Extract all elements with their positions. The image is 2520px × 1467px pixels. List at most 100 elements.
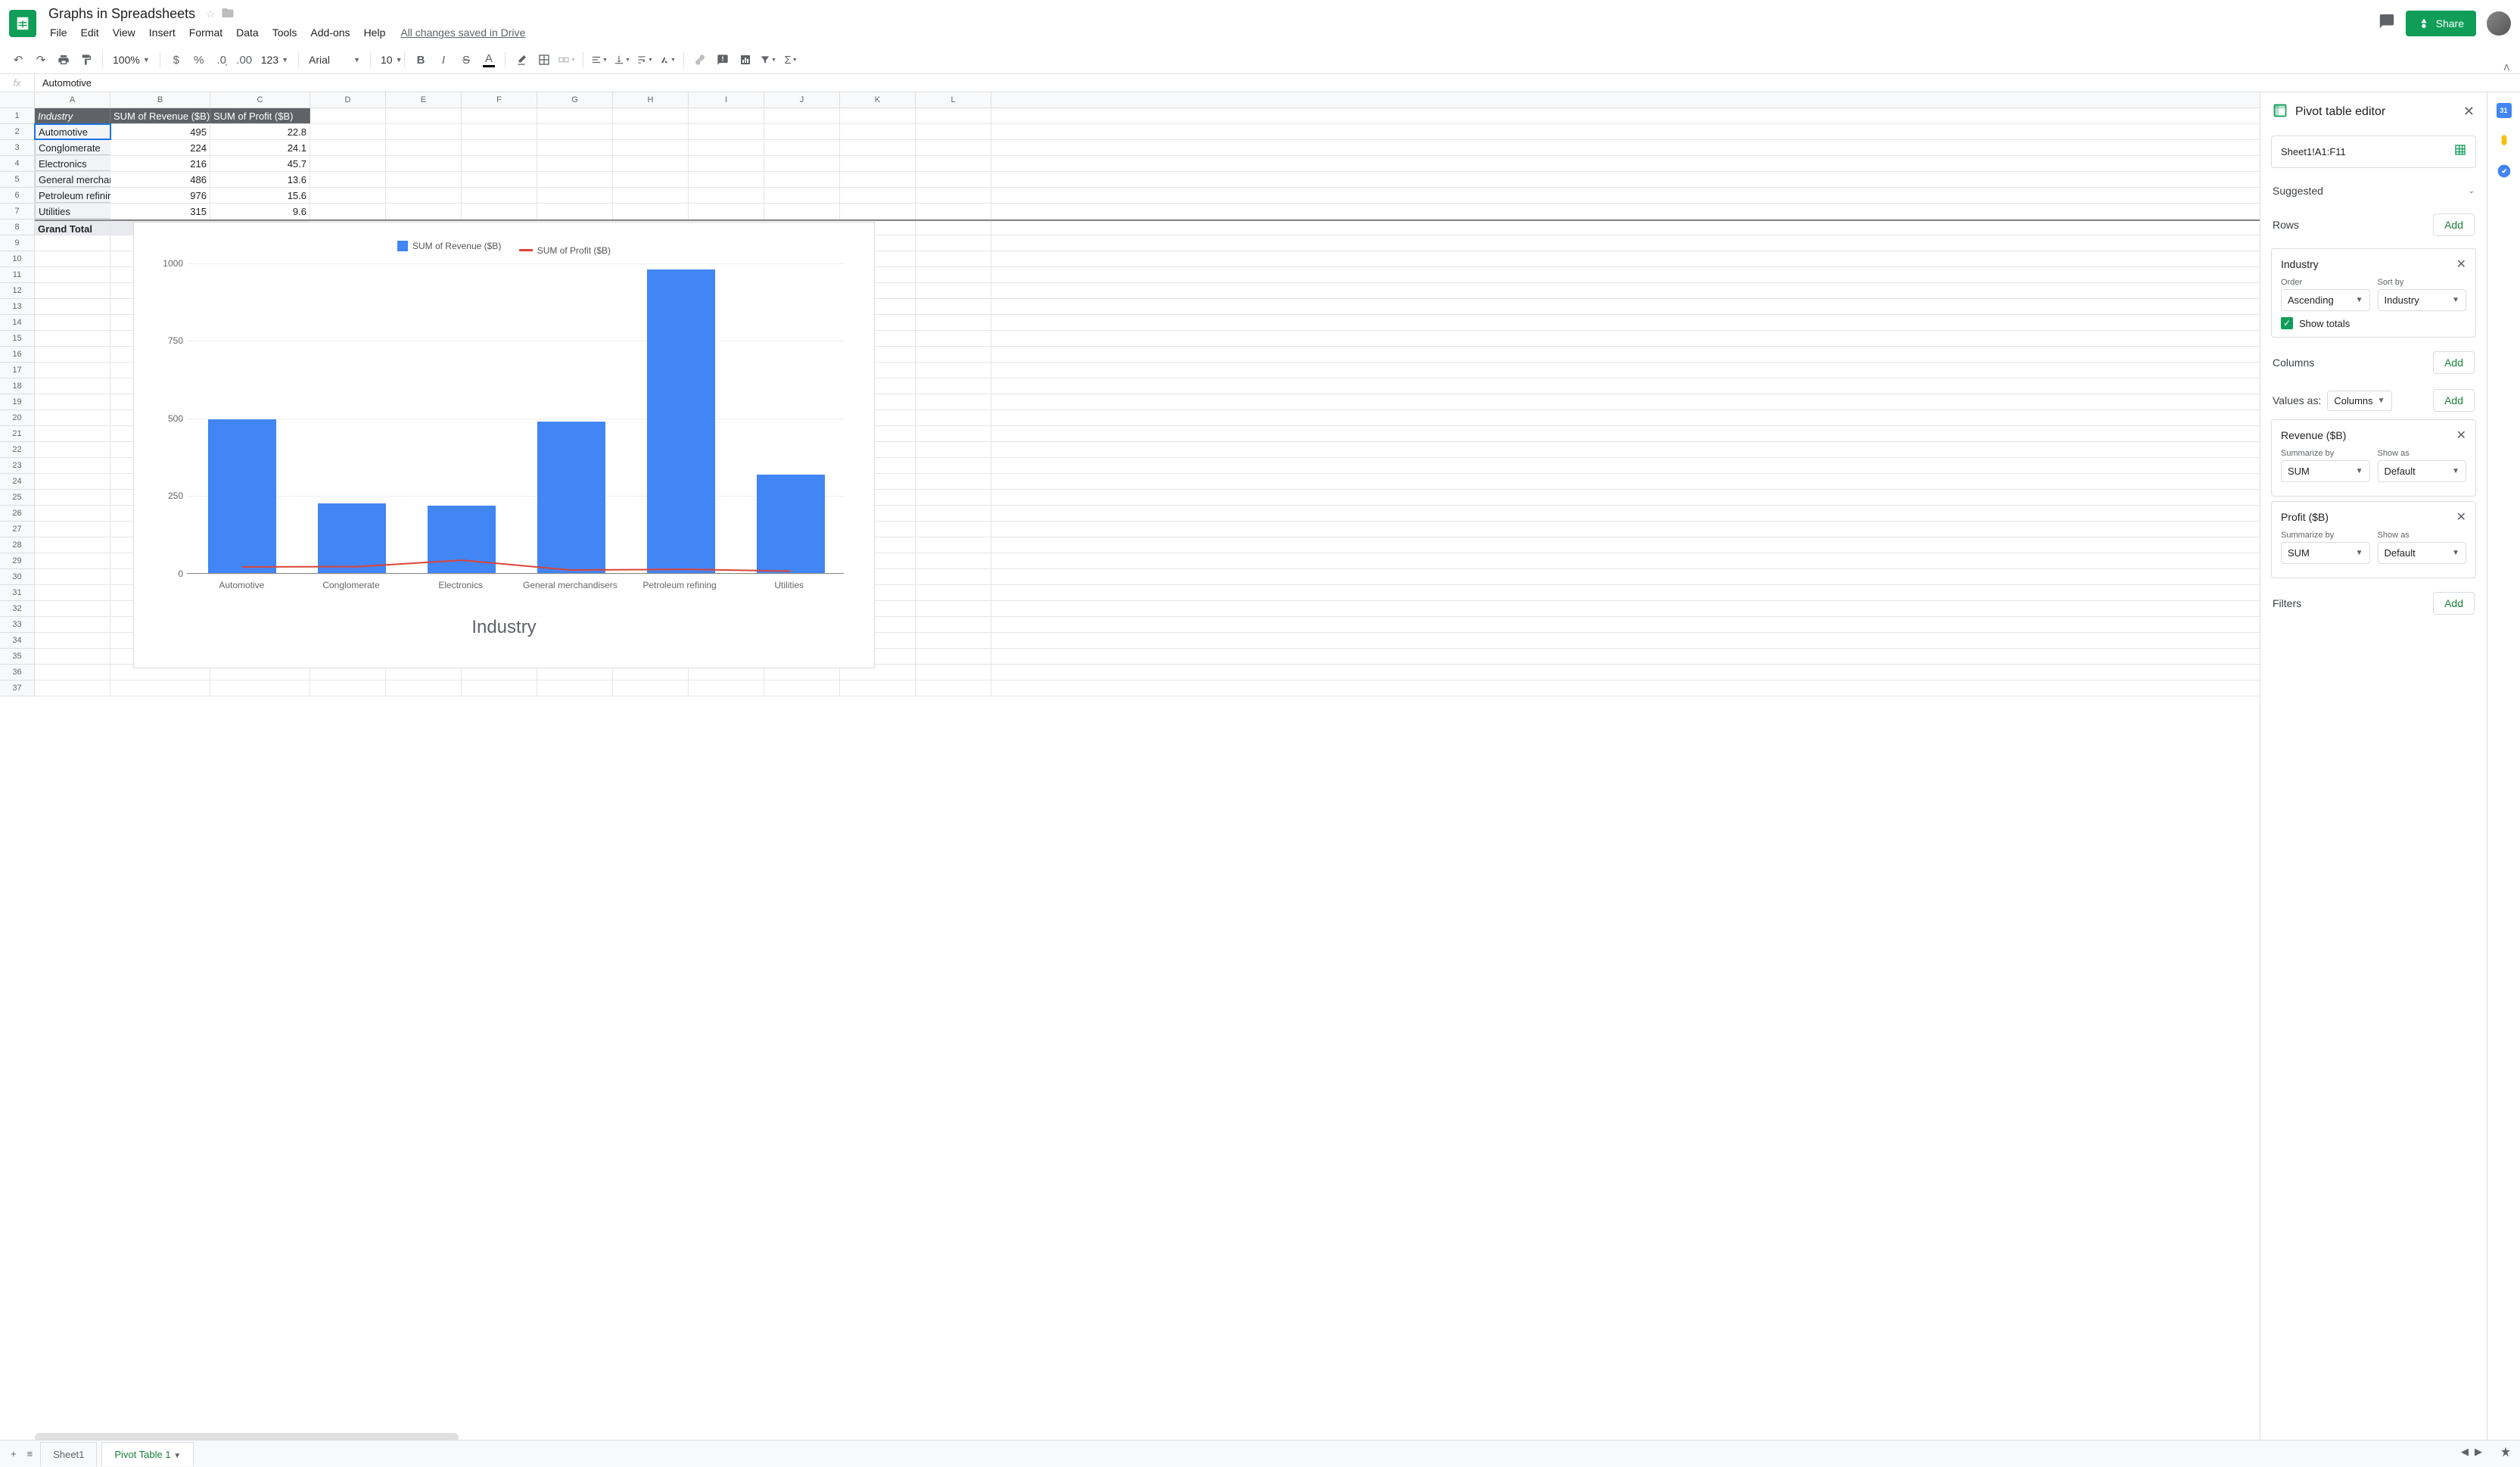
cell[interactable]: [764, 204, 840, 219]
column-header[interactable]: J: [764, 92, 840, 107]
column-header[interactable]: C: [210, 92, 310, 107]
cell[interactable]: [916, 633, 991, 648]
cell[interactable]: [35, 235, 110, 251]
cell[interactable]: [110, 681, 210, 696]
cell[interactable]: [689, 124, 764, 139]
row-card-remove-icon[interactable]: ✕: [2456, 257, 2466, 272]
cell[interactable]: [916, 204, 991, 219]
row-header[interactable]: 5: [0, 172, 35, 188]
cell[interactable]: [916, 331, 991, 346]
cell[interactable]: Automotive: [35, 124, 110, 139]
cell[interactable]: [310, 172, 386, 187]
cell[interactable]: [764, 681, 840, 696]
cell[interactable]: [537, 108, 613, 123]
cell[interactable]: [537, 681, 613, 696]
cell[interactable]: [613, 204, 689, 219]
cell[interactable]: [916, 251, 991, 266]
cell[interactable]: [35, 363, 110, 378]
row-header[interactable]: 27: [0, 522, 35, 537]
cell[interactable]: [689, 204, 764, 219]
row-header[interactable]: 9: [0, 235, 35, 251]
cell[interactable]: [35, 553, 110, 568]
row-header[interactable]: 10: [0, 251, 35, 267]
cell[interactable]: 13.6: [210, 172, 310, 187]
cell[interactable]: 15.6: [210, 188, 310, 203]
cell[interactable]: [764, 172, 840, 187]
column-header[interactable]: H: [613, 92, 689, 107]
menu-file[interactable]: File: [44, 23, 73, 42]
cell[interactable]: [916, 506, 991, 521]
cell[interactable]: [537, 156, 613, 171]
cell[interactable]: [916, 617, 991, 632]
cell[interactable]: [916, 474, 991, 489]
menu-insert[interactable]: Insert: [143, 23, 182, 42]
cell[interactable]: [916, 426, 991, 441]
row-header[interactable]: 1: [0, 108, 35, 124]
select-all-corner[interactable]: [0, 92, 35, 107]
row-header[interactable]: 16: [0, 347, 35, 363]
cell[interactable]: [35, 442, 110, 457]
column-header[interactable]: A: [35, 92, 110, 107]
cell[interactable]: 315: [110, 204, 210, 219]
sheet-tab-sheet1[interactable]: Sheet1: [40, 1442, 97, 1466]
cell[interactable]: [840, 172, 916, 187]
fill-color-icon[interactable]: [511, 49, 532, 70]
cell[interactable]: [764, 156, 840, 171]
decrease-decimal-icon[interactable]: .0̩: [211, 49, 232, 70]
cell[interactable]: [916, 649, 991, 664]
value-card-remove-icon[interactable]: ✕: [2456, 428, 2466, 443]
cell[interactable]: [916, 315, 991, 330]
cell[interactable]: [916, 378, 991, 394]
row-header[interactable]: 25: [0, 490, 35, 506]
cell[interactable]: [386, 204, 462, 219]
cell[interactable]: [613, 156, 689, 171]
cell[interactable]: [840, 681, 916, 696]
increase-decimal-icon[interactable]: .00: [234, 49, 255, 70]
row-header[interactable]: 17: [0, 363, 35, 378]
cell[interactable]: [386, 188, 462, 203]
cell[interactable]: [840, 156, 916, 171]
cell[interactable]: [916, 569, 991, 584]
sheets-logo[interactable]: [9, 10, 36, 37]
cell[interactable]: [916, 124, 991, 139]
scroll-tabs-left-icon[interactable]: ◀: [2461, 1446, 2469, 1462]
scroll-tabs-right-icon[interactable]: ▶: [2475, 1446, 2482, 1462]
cell[interactable]: [310, 204, 386, 219]
cell[interactable]: [613, 140, 689, 155]
font-select[interactable]: Arial▼: [304, 49, 365, 70]
cell[interactable]: [386, 681, 462, 696]
cell[interactable]: [310, 140, 386, 155]
cell[interactable]: SUM of Revenue ($B): [110, 108, 210, 123]
cell[interactable]: [35, 394, 110, 410]
cell[interactable]: [537, 188, 613, 203]
cell[interactable]: [35, 474, 110, 489]
row-header[interactable]: 30: [0, 569, 35, 585]
cell[interactable]: Conglomerate: [35, 140, 110, 155]
cell[interactable]: [462, 188, 537, 203]
suggested-expand-icon[interactable]: ⌄: [2469, 187, 2475, 195]
row-header[interactable]: 19: [0, 394, 35, 410]
document-title[interactable]: Graphs in Spreadsheets: [44, 5, 200, 23]
share-button[interactable]: Share: [2406, 11, 2476, 36]
cell[interactable]: [462, 156, 537, 171]
cell[interactable]: [35, 410, 110, 425]
wrap-icon[interactable]: ▼: [634, 49, 655, 70]
cell[interactable]: [462, 204, 537, 219]
sortby-select[interactable]: Industry▼: [2378, 289, 2467, 311]
row-header[interactable]: 18: [0, 378, 35, 394]
menu-help[interactable]: Help: [358, 23, 392, 42]
cell[interactable]: [35, 506, 110, 521]
pivot-range-input[interactable]: Sheet1!A1:F11: [2271, 135, 2476, 168]
row-header[interactable]: 34: [0, 633, 35, 649]
cell[interactable]: [462, 108, 537, 123]
row-header[interactable]: 24: [0, 474, 35, 490]
cell[interactable]: [764, 108, 840, 123]
cell[interactable]: [916, 537, 991, 553]
h-align-icon[interactable]: ▼: [589, 49, 610, 70]
cell[interactable]: [310, 188, 386, 203]
cell[interactable]: [764, 124, 840, 139]
menu-format[interactable]: Format: [183, 23, 229, 42]
showas-select[interactable]: Default▼: [2378, 542, 2467, 564]
cell[interactable]: [35, 665, 110, 680]
cell[interactable]: [613, 188, 689, 203]
